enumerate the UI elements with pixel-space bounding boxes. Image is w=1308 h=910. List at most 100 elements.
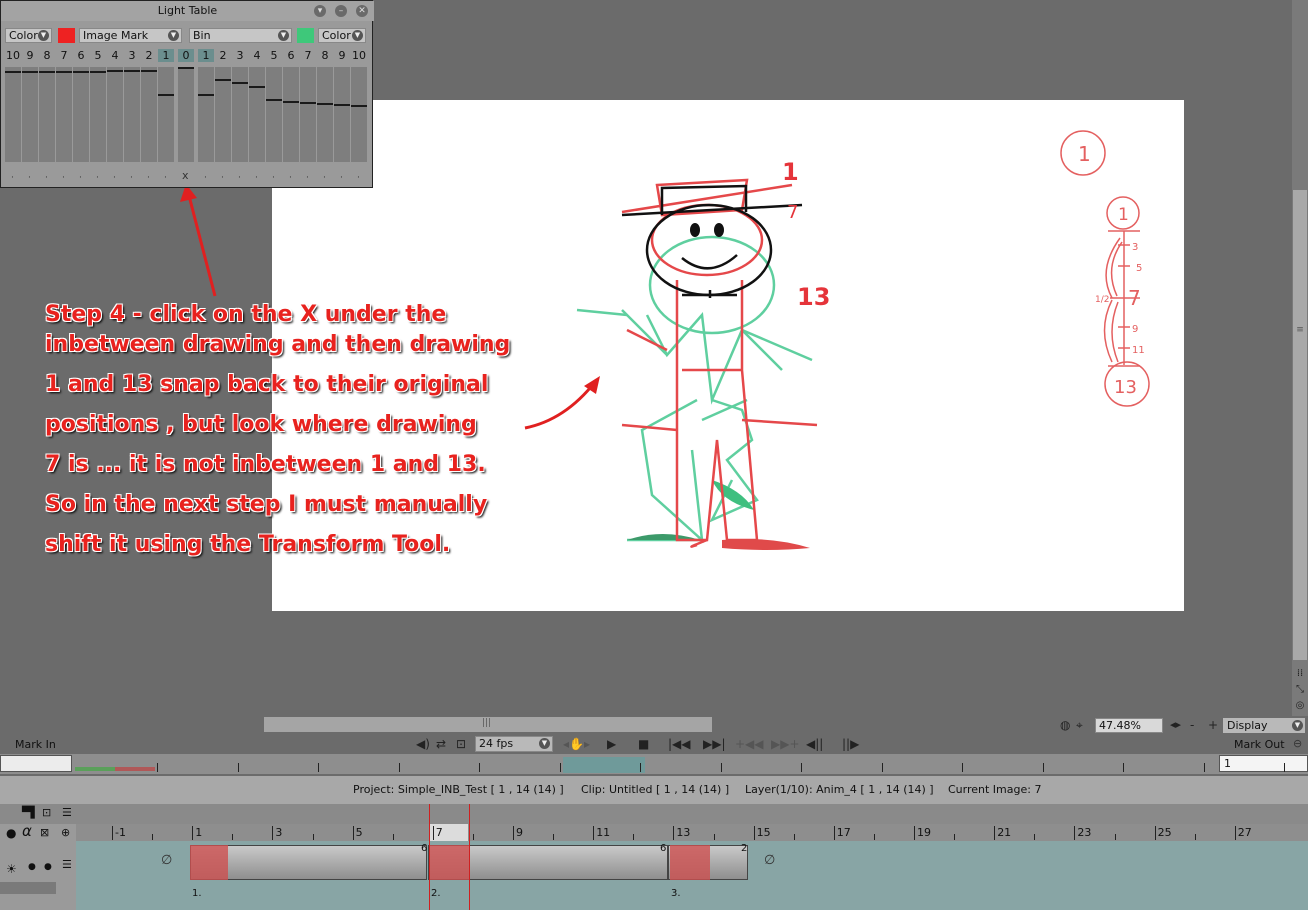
left-reset-dot[interactable]: · [164,173,167,183]
slider-handle[interactable] [317,103,333,105]
right-reset-dot[interactable]: · [255,173,258,183]
first-frame-icon[interactable]: |◀◀ [668,737,691,751]
slider-handle[interactable] [56,71,72,73]
resize-icon[interactable]: ⤡ [1294,684,1306,696]
slider-handle[interactable] [249,86,265,88]
left-opacity-slider[interactable] [56,67,72,162]
play-icon[interactable]: ▶ [607,737,616,751]
last-frame-icon[interactable]: ▶▶| [703,737,726,751]
left-reset-dot[interactable]: · [147,173,150,183]
left-reset-dot[interactable]: · [62,173,65,183]
left-opacity-slider[interactable] [73,67,89,162]
right-opacity-slider[interactable] [300,67,316,162]
left-opacity-slider[interactable] [39,67,55,162]
left-layer-number[interactable]: 8 [39,49,55,62]
right-reset-dot[interactable]: · [221,173,224,183]
right-reset-dot[interactable]: · [323,173,326,183]
alpha-icon[interactable]: α [22,822,32,840]
left-reset-dot[interactable]: · [79,173,82,183]
right-opacity-slider[interactable] [266,67,282,162]
slider-handle[interactable] [334,104,350,106]
slider-handle[interactable] [22,71,38,73]
left-layer-number[interactable]: 9 [22,49,38,62]
range-icon[interactable]: ⊡ [456,737,466,751]
left-layer-number[interactable]: 2 [141,49,157,62]
audio-icon[interactable]: ◀) [416,737,430,751]
left-layer-number[interactable]: 5 [90,49,106,62]
mark-out-field[interactable]: 1 [1219,755,1308,772]
select-icon[interactable]: ⊠ [40,826,49,839]
fps-dropdown[interactable]: 24 fps ▼ [475,736,553,752]
mark-in-label[interactable]: Mark In [15,738,56,751]
slider-handle[interactable] [158,94,174,96]
slider-handle[interactable] [141,70,157,72]
slider-handle[interactable] [198,94,214,96]
crosshair-icon[interactable]: ⌖ [1076,718,1083,733]
left-reset-dot[interactable]: · [113,173,116,183]
left-reset-dot[interactable]: · [28,173,31,183]
mark-range-ruler[interactable] [0,754,1308,774]
right-layer-number[interactable]: 7 [300,49,316,62]
left-layer-number[interactable]: 3 [124,49,140,62]
right-reset-dot[interactable]: · [340,173,343,183]
right-opacity-slider[interactable] [215,67,231,162]
scrub-icon[interactable]: ◂✋▸ [563,737,590,751]
horizontal-scrollbar[interactable]: ||| [264,717,712,732]
right-opacity-slider[interactable] [317,67,333,162]
left-reset-dot[interactable]: · [45,173,48,183]
left-reset-dot[interactable]: · [96,173,99,183]
reset-x-button[interactable]: x [182,169,189,182]
stop-icon[interactable]: ■ [638,737,649,751]
left-opacity-slider[interactable] [90,67,106,162]
slider-handle[interactable] [107,70,123,72]
right-opacity-slider[interactable] [232,67,248,162]
slider-handle[interactable] [351,105,367,107]
right-layer-number[interactable]: 10 [351,49,367,62]
left-opacity-slider[interactable] [124,67,140,162]
lightbulb-icon[interactable]: ● [6,826,16,840]
vertical-scrollbar[interactable]: ≡ [1292,0,1308,716]
slider-handle[interactable] [124,70,140,72]
zoom-in-button[interactable]: + [1208,718,1218,732]
mark-out-label[interactable]: Mark Out [1234,738,1285,751]
image-mark-dropdown[interactable]: Image Mark ▼ [79,28,182,43]
mark-out-icon[interactable]: ⊖ [1293,737,1302,750]
timeline-ruler[interactable] [76,824,1308,842]
left-reset-dot[interactable]: · [11,173,14,183]
slider-handle[interactable] [39,71,55,73]
mark-in-field[interactable] [0,755,72,772]
minimize-icon[interactable]: – [335,5,347,17]
left-opacity-slider[interactable] [158,67,174,162]
left-opacity-slider[interactable] [22,67,38,162]
zoom-field[interactable]: 47.48% [1095,718,1163,733]
right-reset-dot[interactable]: · [204,173,207,183]
right-reset-dot[interactable]: · [289,173,292,183]
slider-handle[interactable] [73,71,89,73]
right-color-swatch[interactable] [297,28,314,43]
step-forward-icon[interactable]: ||▶ [842,737,859,751]
slider-handle[interactable] [90,71,106,73]
playhead-left[interactable] [429,804,430,910]
right-reset-dot[interactable]: · [306,173,309,183]
dot-icon[interactable]: ● [28,862,36,872]
left-opacity-slider[interactable] [107,67,123,162]
right-reset-dot[interactable]: · [357,173,360,183]
left-layer-number[interactable]: 4 [107,49,123,62]
layer-menu-icon[interactable]: ☰ [62,858,72,871]
right-reset-dot[interactable]: · [238,173,241,183]
list-icon[interactable]: ☰ [62,806,72,819]
right-opacity-slider[interactable] [351,67,367,162]
step-back-icon[interactable]: ◀|| [806,737,823,751]
note-icon[interactable]: ⊡ [42,806,51,819]
dot-icon[interactable]: ● [44,862,52,872]
prev-key-icon[interactable]: +◀◀ [735,737,764,751]
slider-handle[interactable] [5,71,21,73]
slider-handle[interactable] [300,102,316,104]
playhead-right[interactable] [469,804,470,910]
display-dropdown[interactable]: Display ▼ [1223,718,1305,733]
loop-icon[interactable]: ⇄ [436,737,446,751]
left-color-swatch[interactable] [58,28,75,43]
menu-icon[interactable]: ▾ [314,5,326,17]
right-opacity-slider[interactable] [334,67,350,162]
slider-handle[interactable] [178,67,194,69]
